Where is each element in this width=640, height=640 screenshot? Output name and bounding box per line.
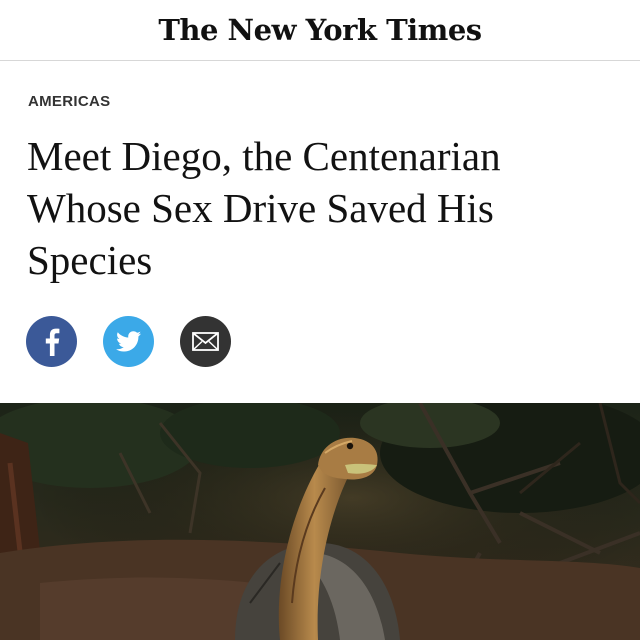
article-headline: Meet Diego, the Centenarian Whose Sex Dr… bbox=[27, 133, 501, 283]
section-label[interactable]: AMERICAS bbox=[28, 93, 110, 110]
tortoise-photo bbox=[0, 403, 640, 640]
masthead: The New York Times bbox=[0, 0, 640, 61]
nyt-logo[interactable]: The New York Times bbox=[158, 13, 482, 47]
twitter-icon bbox=[116, 331, 141, 352]
twitter-share-button[interactable] bbox=[103, 316, 154, 367]
email-icon bbox=[192, 332, 219, 351]
hero-image[interactable] bbox=[0, 403, 640, 640]
email-share-button[interactable] bbox=[180, 316, 231, 367]
facebook-share-button[interactable] bbox=[26, 316, 77, 367]
share-toolbar bbox=[26, 316, 231, 367]
facebook-icon bbox=[45, 328, 60, 356]
